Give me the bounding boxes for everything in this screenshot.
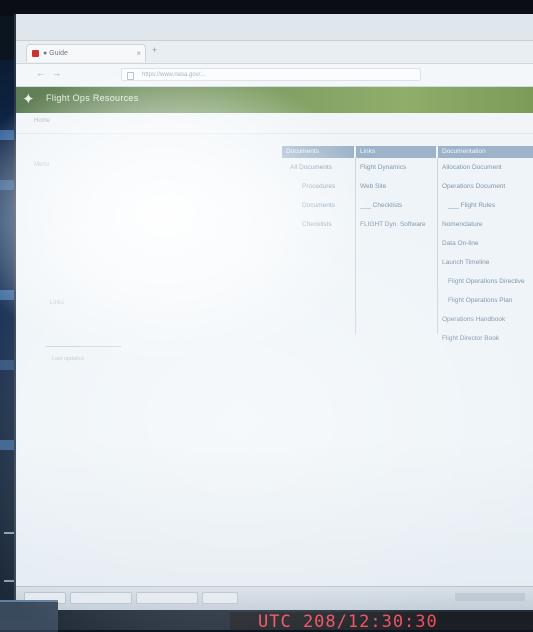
breadcrumb-bar: Home <box>16 113 533 134</box>
logo-icon[interactable]: ✦ <box>22 91 40 109</box>
table-cell-link[interactable]: Operations Document <box>442 183 505 190</box>
forward-icon[interactable]: → <box>52 68 61 78</box>
favicon-icon <box>32 50 39 57</box>
breadcrumb[interactable]: Home <box>34 118 50 124</box>
table-header-links: Links <box>356 146 436 158</box>
table-cell-link[interactable]: Web Site <box>360 183 386 190</box>
utc-clock: UTC 208/12:30:30 <box>258 612 438 632</box>
table-cell-link[interactable]: Launch Timeline <box>442 259 489 266</box>
table-cell-link[interactable]: All Documents <box>290 164 332 171</box>
divider <box>46 346 121 347</box>
close-icon[interactable]: × <box>136 45 141 63</box>
table-cell-link[interactable]: ___ Checklists <box>360 202 402 209</box>
site-title[interactable]: Flight Ops Resources <box>46 93 139 103</box>
table-cell-link[interactable]: Documents <box>302 202 335 209</box>
browser-tab-strip: ● Guide × + <box>16 41 533 64</box>
window-title-bar <box>16 14 533 41</box>
table-cell-link[interactable]: Data On-line <box>442 240 479 247</box>
new-tab-button[interactable]: + <box>152 45 157 55</box>
side-panel-link[interactable]: Links <box>50 300 64 306</box>
browser-toolbar: ← → https://www.nasa.gov/... <box>16 64 533 87</box>
table-cell-link[interactable]: Flight Dynamics <box>360 164 406 171</box>
side-panel: Menu Links <box>30 162 110 362</box>
taskbar <box>16 586 533 610</box>
taskbar-button[interactable] <box>70 592 132 604</box>
table-cell-link[interactable]: Flight Operations Plan <box>448 297 512 304</box>
resource-table: Documents Links Documentation All Docume… <box>282 146 533 342</box>
lock-icon <box>127 72 134 80</box>
footer-note: Last updated <box>52 356 84 362</box>
table-header-documents: Documents <box>282 146 354 158</box>
table-cell-link[interactable]: Operations Handbook <box>442 316 505 323</box>
table-cell-link[interactable]: Flight Operations Directive <box>448 278 525 285</box>
browser-tab-title: ● Guide <box>43 50 68 57</box>
table-cell-link[interactable]: ___ Flight Rules <box>448 202 495 209</box>
table-cell-link[interactable]: FLIGHT Dyn. Software <box>360 221 426 228</box>
monitor-screen: ● Guide × + ← → https://www.nasa.gov/...… <box>14 14 533 610</box>
side-panel-heading: Menu <box>34 162 50 168</box>
address-text: https://www.nasa.gov/... <box>142 72 206 78</box>
address-bar[interactable]: https://www.nasa.gov/... <box>121 68 421 81</box>
table-cell-link[interactable]: Allocation Document <box>442 164 502 171</box>
table-cell-link[interactable]: Flight Director Book <box>442 335 499 342</box>
system-tray[interactable] <box>455 593 525 601</box>
column-divider <box>437 158 438 334</box>
taskbar-button[interactable] <box>136 592 198 604</box>
site-header: ✦ Flight Ops Resources <box>16 87 533 113</box>
column-divider <box>355 158 356 334</box>
browser-tab[interactable]: ● Guide × <box>26 44 146 62</box>
table-cell-link[interactable]: Procedures <box>302 183 335 190</box>
table-header-documentation: Documentation <box>438 146 533 158</box>
desk-device <box>0 600 58 632</box>
table-cell-link[interactable]: Checklists <box>302 221 332 228</box>
taskbar-button[interactable] <box>202 592 238 604</box>
back-icon[interactable]: ← <box>36 68 45 78</box>
table-cell-link[interactable]: Nomenclature <box>442 221 482 228</box>
